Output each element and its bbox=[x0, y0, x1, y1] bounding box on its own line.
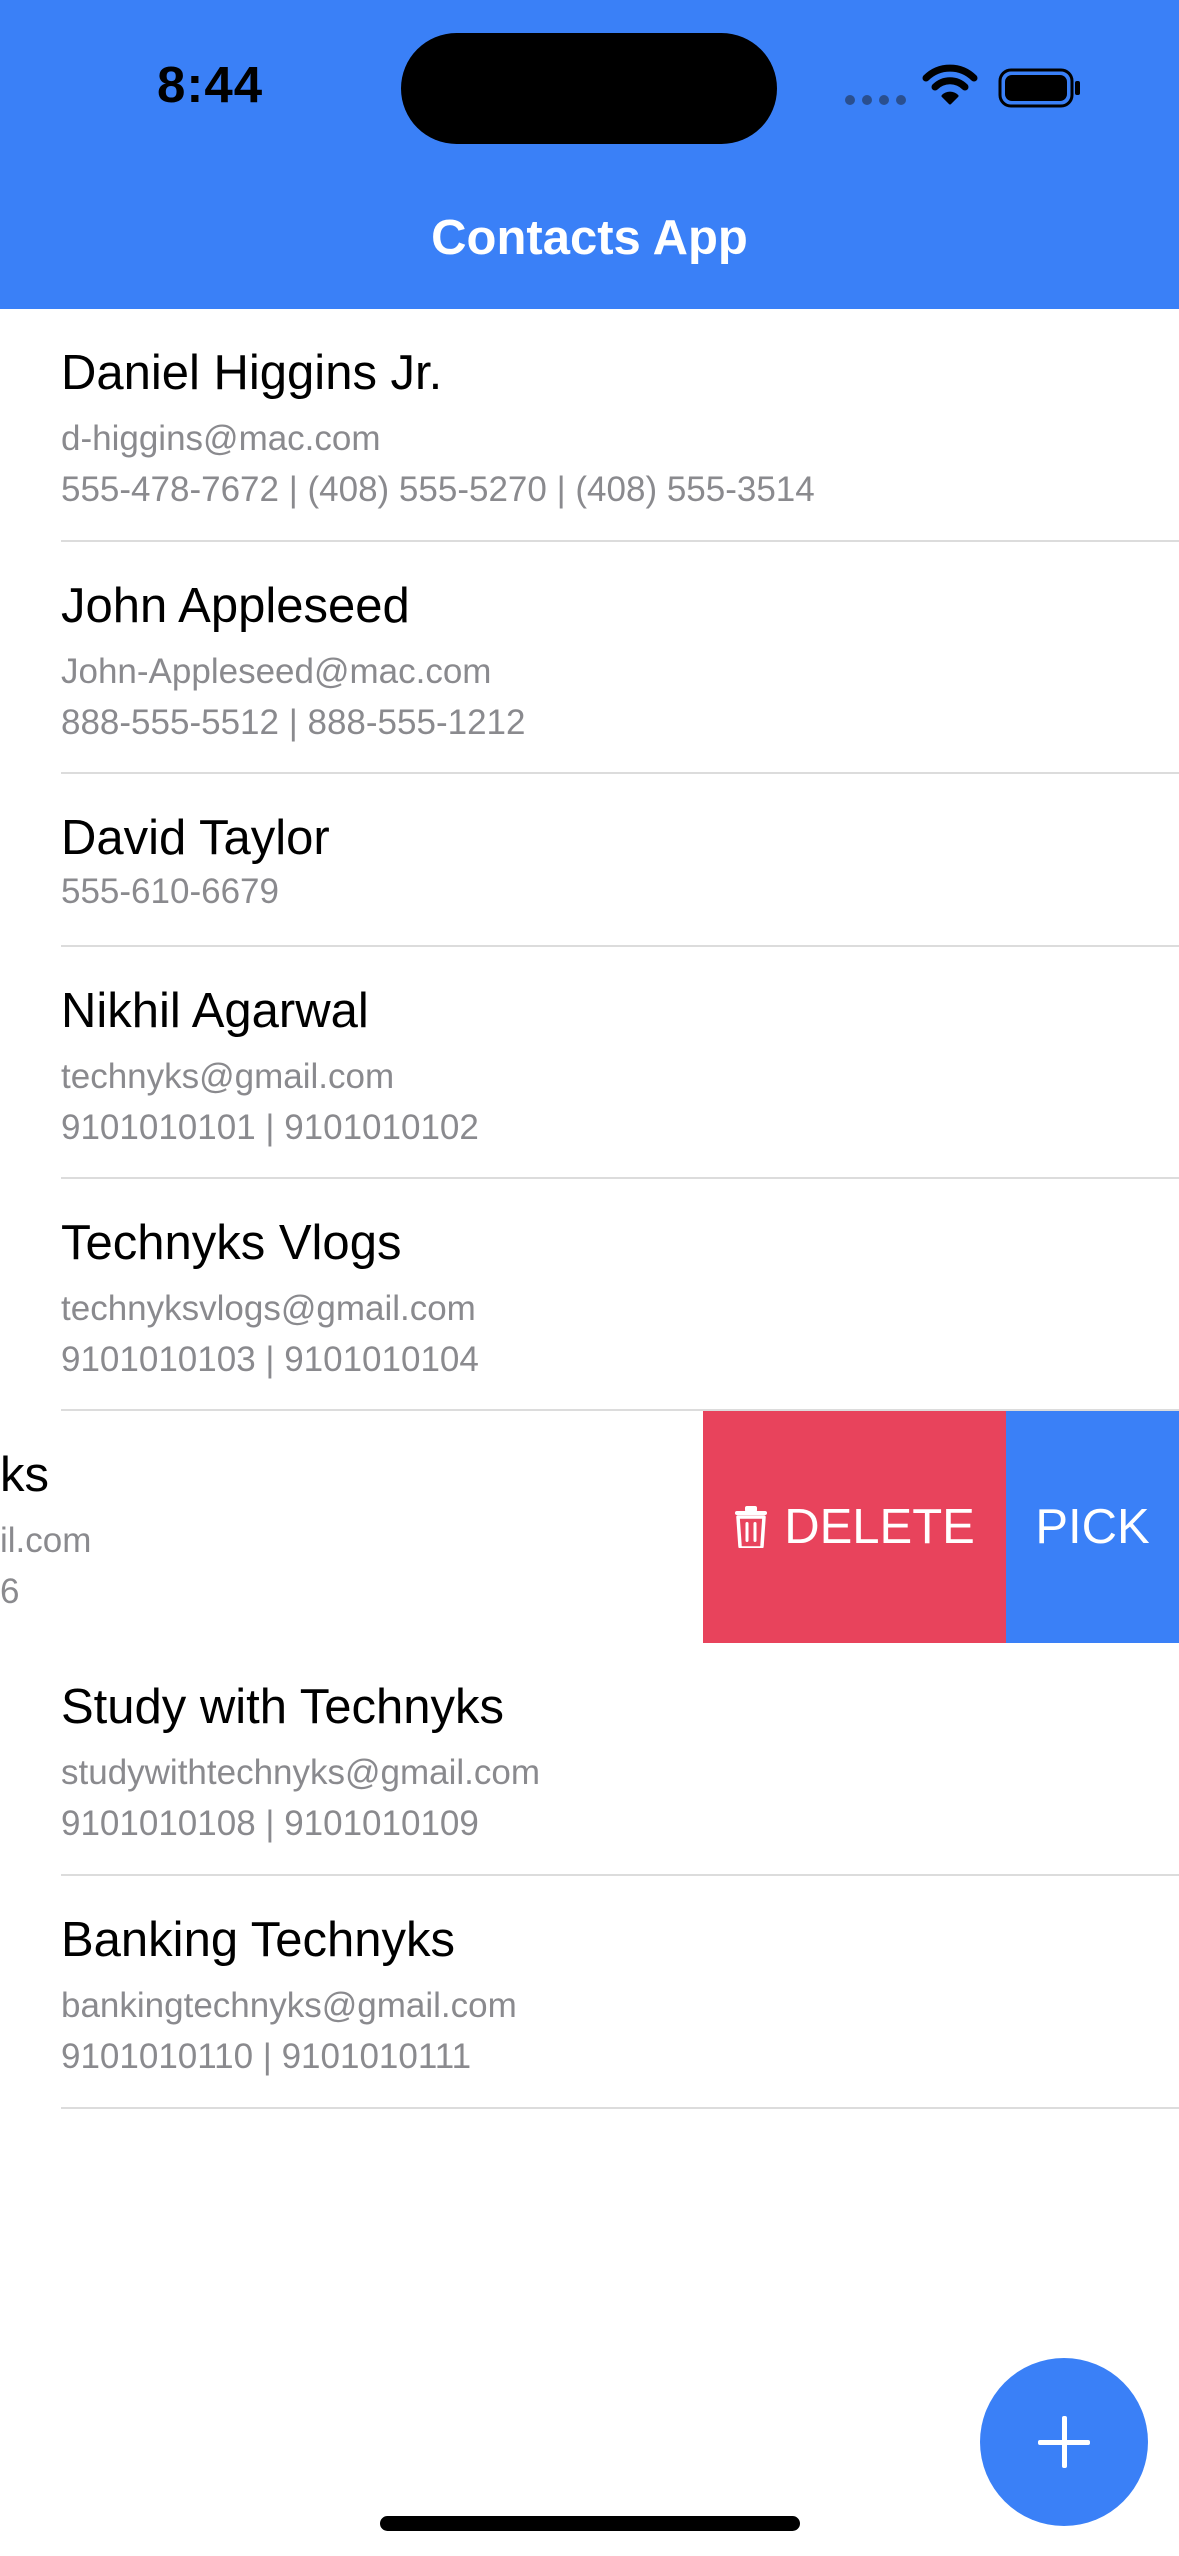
contact-phones: 9101010103 | 9101010104 bbox=[61, 1340, 479, 1379]
contact-phones-partial: 6 bbox=[0, 1572, 20, 1611]
contact-row[interactable]: Technyks Vlogs technyksvlogs@gmail.com 9… bbox=[0, 1179, 1179, 1411]
trash-icon bbox=[735, 1506, 768, 1548]
contact-email-partial: il.com bbox=[0, 1521, 92, 1560]
contact-email: technyksvlogs@gmail.com bbox=[61, 1289, 476, 1328]
delete-button[interactable]: DELETE bbox=[703, 1411, 1006, 1643]
contact-email: bankingtechnyks@gmail.com bbox=[61, 1986, 517, 2025]
app-header: 8:44 Contacts App bbox=[0, 0, 1179, 309]
contact-row[interactable]: Nikhil Agarwal technyks@gmail.com 910101… bbox=[0, 947, 1179, 1179]
contact-name-partial: ks bbox=[0, 1448, 49, 1502]
contact-phones: 555-610-6679 bbox=[61, 872, 279, 911]
contact-list: Daniel Higgins Jr. d-higgins@mac.com 555… bbox=[0, 309, 1179, 2109]
wifi-icon bbox=[922, 64, 978, 105]
cellular-signal-icon bbox=[845, 95, 906, 105]
battery-icon bbox=[998, 68, 1080, 108]
contact-name: Study with Technyks bbox=[61, 1680, 505, 1734]
dynamic-island bbox=[401, 33, 777, 144]
contact-email: d-higgins@mac.com bbox=[61, 419, 381, 458]
contact-phones: 9101010110 | 9101010111 bbox=[61, 2037, 472, 2076]
contact-email: John-Appleseed@mac.com bbox=[61, 652, 492, 691]
contact-name: David Taylor bbox=[61, 811, 330, 865]
contact-row[interactable]: John Appleseed John-Appleseed@mac.com 88… bbox=[0, 542, 1179, 774]
contact-phones: 555-478-7672 | (408) 555-5270 | (408) 55… bbox=[61, 470, 815, 509]
contact-name: Technyks Vlogs bbox=[61, 1216, 402, 1270]
add-contact-button[interactable] bbox=[980, 2358, 1148, 2526]
pick-label: PICK bbox=[1035, 1500, 1150, 1554]
contact-name: Nikhil Agarwal bbox=[61, 984, 369, 1038]
contact-row[interactable]: David Taylor 555-610-6679 bbox=[0, 774, 1179, 947]
row-divider bbox=[61, 2107, 1179, 2109]
status-time: 8:44 bbox=[157, 56, 264, 113]
contact-name: Daniel Higgins Jr. bbox=[61, 346, 443, 400]
pick-button[interactable]: PICK bbox=[1006, 1411, 1179, 1643]
contact-email: technyks@gmail.com bbox=[61, 1057, 395, 1096]
contact-name: Banking Technyks bbox=[61, 1913, 456, 1967]
page-title: Contacts App bbox=[431, 211, 748, 265]
contact-name: John Appleseed bbox=[61, 579, 410, 633]
plus-icon bbox=[1038, 2416, 1090, 2468]
contact-phones: 9101010101 | 9101010102 bbox=[61, 1108, 479, 1147]
home-indicator[interactable] bbox=[380, 2516, 800, 2531]
contact-email: studywithtechnyks@gmail.com bbox=[61, 1753, 541, 1792]
contact-row[interactable]: Study with Technyks studywithtechnyks@gm… bbox=[0, 1643, 1179, 1876]
contact-row[interactable]: Daniel Higgins Jr. d-higgins@mac.com 555… bbox=[0, 309, 1179, 542]
contact-row[interactable]: Banking Technyks bankingtechnyks@gmail.c… bbox=[0, 1876, 1179, 2109]
delete-label: DELETE bbox=[784, 1500, 975, 1554]
contact-row-swiped[interactable]: ks il.com 6 DELETE PICK bbox=[0, 1411, 1179, 1643]
contact-phones: 9101010108 | 9101010109 bbox=[61, 1804, 479, 1843]
contact-phones: 888-555-5512 | 888-555-1212 bbox=[61, 703, 526, 742]
